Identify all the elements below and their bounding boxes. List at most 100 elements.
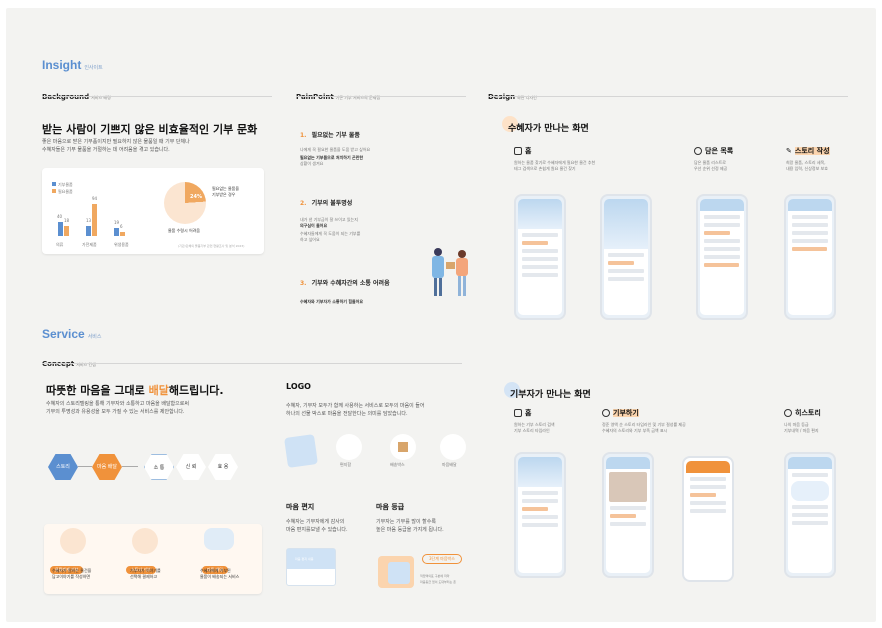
bar-label: 13 xyxy=(86,218,92,223)
source-note: (기관/단체의 물품기부 관련 현황조사 및 분석 2023) xyxy=(178,244,245,248)
pie-value: 24% xyxy=(190,194,202,200)
logo-variant-label: 배송박스 xyxy=(390,462,405,467)
phone-mockup xyxy=(602,452,654,578)
gift-icon xyxy=(602,409,610,417)
category-label: 위생용품 xyxy=(114,242,129,247)
home-icon xyxy=(514,409,522,417)
painpoint-item-2: 2. 기부의 불투명성 내가 낸 기부금이 잘 쓰이고 있는지 의구심이 들어요… xyxy=(300,200,361,242)
letter-card: 마음 편지 내용 xyxy=(286,548,336,586)
bar-chart: 40 18 13 94 19 6 xyxy=(54,196,144,240)
home-icon xyxy=(514,147,522,155)
phone-mockup xyxy=(696,194,748,320)
logo-desc-2: 하나의 선물 박스로 마음을 전달한다는 의미를 담았습니다. xyxy=(286,411,408,417)
clock-icon xyxy=(784,409,792,417)
logo-mark xyxy=(284,434,318,468)
hex-utility: 효 용 xyxy=(208,454,238,480)
logo-variant xyxy=(440,434,466,460)
concept-headline: 따뜻한 마음을 그대로 배달해드립니다. xyxy=(46,384,224,397)
divider xyxy=(42,96,272,97)
phone-mockup xyxy=(514,194,566,320)
hex-story: 스토리 xyxy=(48,454,78,480)
background-desc-2: 수혜자들은 기부 물품을 거절하는 데 어려움을 겪고 있습니다. xyxy=(42,147,170,153)
concept-desc-1: 수혜자의 스토리텔링을 통해 기부자와 소통하고 마음을 배달함으로써 xyxy=(46,401,189,407)
logo-variant xyxy=(336,434,362,460)
connector xyxy=(122,466,138,467)
presentation-board: Insight 인사이트 Background 서비스 배경 받는 사람이 기쁘지 … xyxy=(6,8,876,622)
bar xyxy=(120,232,125,236)
bar xyxy=(92,204,97,236)
pie-caption-3: 물품 수령시 어려움 xyxy=(168,228,200,233)
background-title: Background xyxy=(42,93,90,101)
phone-mockup xyxy=(514,452,566,578)
service-subtitle: 서비스 xyxy=(87,334,102,340)
people-illustration xyxy=(426,244,476,300)
recv-col-cart: 담은 목록 담은 물품 리스트로 우선 순위 선정 제공 xyxy=(694,147,734,171)
stats-card: 기부물품 필요물품 40 18 13 94 19 6 의류 가전제품 위생용품 … xyxy=(42,168,264,254)
service-header: Service 서비스 xyxy=(42,323,102,342)
painpoint-item-1: 1. 필요없는 기부 물품 나에게 꼭 필요한 물품을 도움 받고 싶어요 필요… xyxy=(300,132,371,166)
background-headline: 받는 사람이 기쁘지 않은 비효율적인 기부 문화 xyxy=(42,123,258,136)
grade-foot-1: 적립액의표 구분에 따라 xyxy=(420,574,450,578)
donor-screens-title: 기부자가 만나는 화면 xyxy=(510,390,591,400)
pencil-icon: ✎ xyxy=(786,147,792,155)
phone-mockup xyxy=(600,194,652,320)
pie-caption-2: 기부받은 경우 xyxy=(212,192,236,197)
bar-label: 40 xyxy=(57,214,63,219)
logo-variant xyxy=(390,434,416,460)
recv-col-home: 홈 원하는 물품 찾기로 수혜자에게 필요한 물건 추천 테그 검색으로 손쉽게… xyxy=(514,147,596,171)
logo-desc-1: 수혜자, 기부자 모두가 함께 사용하는 서비스로 모두의 마음이 들어 xyxy=(286,403,425,409)
painpoint-title: PainPoint xyxy=(296,93,334,101)
step-desc: 담고이야기를 작성하면 xyxy=(52,574,91,579)
letter-desc-1: 수혜자는 기부자에게 감사의 xyxy=(286,519,345,525)
category-label: 가전제품 xyxy=(82,242,97,247)
grade-desc-1: 기부자는 기부를 많이 할수록 xyxy=(376,519,436,525)
grade-foot-2: 마음등급 업이 도대부터는 존 xyxy=(420,580,456,584)
bar-label: 6 xyxy=(120,224,123,229)
divider xyxy=(296,96,466,97)
step-illustration xyxy=(204,528,234,550)
letter-desc-2: 마음 편지를보낼 수 있습니다. xyxy=(286,527,348,533)
bar-label: 94 xyxy=(92,196,98,201)
concept-label: Concept 서비스 컨셉 xyxy=(42,351,96,370)
concept-steps-card: 물품에게 기부 수혜자가 원하는 물건을 담고이야기를 작성하면 스토리 기부 … xyxy=(44,524,262,594)
step-desc: 물품이 배송되는 서비스 xyxy=(200,574,240,579)
concept-title: Concept xyxy=(42,360,75,368)
concept-desc-2: 기부의 투명성과 유용성을 모두 가질 수 있는 서비스를 제안합니다. xyxy=(46,409,185,415)
background-label: Background 서비스 배경 xyxy=(42,84,111,103)
insight-header: Insight 인사이트 xyxy=(42,54,103,73)
bar-label: 18 xyxy=(64,218,70,223)
background-desc-1: 좋은 마음으로 받은 기부품이지만 필요하지 않은 물품일 때 기부 단체나 xyxy=(42,139,190,145)
logo-variant-label: 편지함 xyxy=(340,462,352,467)
bar xyxy=(64,226,69,236)
grade-badge: 3단계 마음박스 xyxy=(422,554,462,564)
bar xyxy=(86,226,91,236)
divider xyxy=(42,363,462,364)
insight-subtitle: 인사이트 xyxy=(84,65,103,71)
give-col-history: 히스토리 나의 마음 등급 기부내역 / 마음 편지 xyxy=(784,409,821,433)
category-label: 의류 xyxy=(56,242,64,247)
grade-box xyxy=(378,556,414,588)
phone-mockup xyxy=(682,456,734,582)
hex-communication: 소 통 xyxy=(144,454,174,480)
bar xyxy=(114,228,119,236)
legend-donation: 기부물품 xyxy=(52,182,73,188)
hex-delivery: 마음 배달 xyxy=(92,454,122,480)
grade-desc-2: 높은 마음 등급을 가지게 됩니다. xyxy=(376,527,444,533)
phone-mockup xyxy=(784,452,836,578)
step-desc: 선택해 결제하고 xyxy=(130,574,158,579)
hex-trust: 신 뢰 xyxy=(176,454,206,480)
give-col-donate: 기부하기 정준 영액 순 스토리 타임라인 및 기부 절성률 제공 수혜자의 스… xyxy=(602,409,686,433)
logo-title: LOGO xyxy=(286,382,311,391)
logo-variant-label: 마음배달 xyxy=(442,462,457,467)
step-illustration xyxy=(60,528,86,554)
legend-needed: 필요물품 xyxy=(52,189,73,195)
cart-icon xyxy=(694,147,702,155)
painpoint-label: PainPoint 기존 기부 서비스의 문제점 xyxy=(296,84,380,103)
recv-col-story: ✎ 스토리 작성 희망 물품, 스토리 세목, 내용 입력, 신상정보 보호 xyxy=(786,147,830,171)
step-illustration xyxy=(132,528,158,554)
bar-label: 19 xyxy=(114,220,120,225)
connector xyxy=(78,466,92,467)
painpoint-item-3: 3. 기부와 수혜자간의 소통 어려움 수혜자와 기부자가 소통하기 힘들어요 xyxy=(300,280,390,304)
design-title: Design xyxy=(488,93,516,101)
recipient-screens-title: 수혜자가 만나는 화면 xyxy=(508,124,589,134)
